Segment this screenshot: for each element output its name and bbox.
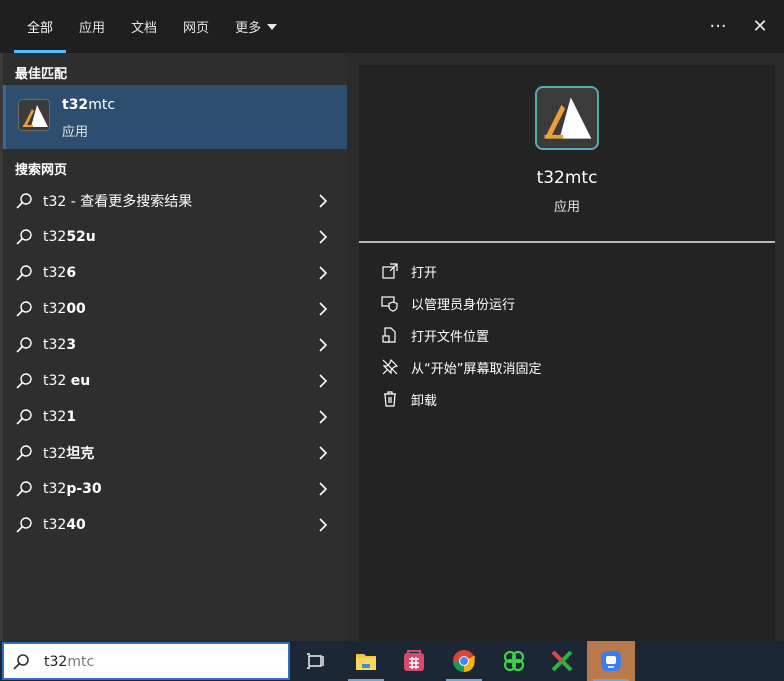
tab-web[interactable]: 网页 (170, 0, 222, 53)
search-icon (16, 193, 32, 209)
search-icon (16, 265, 32, 281)
tab-label: 更多 (235, 21, 262, 36)
action-label: 卸载 (411, 393, 438, 409)
chevron-right-icon (319, 482, 327, 496)
run-as-admin-action[interactable]: 以管理员身份运行 (381, 287, 761, 319)
web-results-list: t32 - 查看更多搜索结果 t3252u t326 t3200 t323 t32 eu t… (3, 183, 347, 543)
shield-icon (381, 296, 398, 312)
web-result-text: t32 eu (43, 373, 91, 389)
tab-more[interactable]: 更多 (222, 0, 290, 53)
action-label: 从“开始”屏幕取消固定 (411, 361, 542, 377)
web-result-text: t321 (43, 409, 77, 425)
chevron-right-icon (319, 266, 327, 280)
trash-icon (384, 391, 396, 407)
web-result-text: t32坦克 (43, 446, 95, 462)
tab-label: 全部 (27, 21, 54, 36)
chevron-right-icon (319, 374, 327, 388)
web-result-text: t3200 (43, 301, 86, 317)
web-result-text: t3240 (43, 517, 86, 533)
taskbar: t32mtc (0, 641, 784, 681)
uninstall-action[interactable]: 卸载 (381, 383, 761, 415)
web-result-row[interactable]: t326 (3, 255, 347, 291)
store-app-icon[interactable] (390, 641, 438, 681)
top-bar: 全部 应用 文档 网页 更多 ··· ✕ (0, 0, 784, 53)
mi-app-icon[interactable] (587, 641, 635, 681)
search-icon (16, 409, 32, 425)
unpin-from-start-action[interactable]: 从“开始”屏幕取消固定 (381, 351, 761, 383)
search-input[interactable]: t32mtc (2, 642, 290, 680)
filter-tabs: 全部 应用 文档 网页 更多 (14, 0, 290, 53)
action-list: 打开 以管理员身份运行 打开文件位置 从“开始”屏幕取消固定 卸载 (381, 255, 761, 415)
green-app-icon[interactable] (490, 641, 538, 681)
chevron-right-icon (319, 338, 327, 352)
chevron-right-icon (319, 230, 327, 244)
detail-app-name: t32mtc (536, 168, 598, 188)
web-result-row[interactable]: t32坦克 (3, 435, 347, 471)
chevron-right-icon (319, 446, 327, 460)
web-result-text: t32p-30 (43, 481, 102, 497)
action-label: 打开 (411, 265, 438, 281)
t32mtc-app-icon (18, 99, 50, 131)
web-result-text: t323 (43, 337, 77, 353)
results-panel: 最佳匹配 t32mtc 应用 搜索网页 t32 - 查看更多搜索结果 t3252u… (0, 53, 347, 641)
more-options-button[interactable]: ··· (704, 13, 732, 41)
search-icon (16, 445, 32, 461)
search-icon (16, 481, 32, 497)
search-icon (16, 337, 32, 353)
tab-all[interactable]: 全部 (14, 0, 67, 53)
close-button[interactable]: ✕ (746, 13, 774, 41)
open-action[interactable]: 打开 (381, 255, 761, 287)
web-result-row[interactable]: t32p-30 (3, 471, 347, 507)
chevron-right-icon (319, 518, 327, 532)
file-location-icon (382, 327, 396, 343)
action-label: 打开文件位置 (411, 329, 490, 345)
search-icon (13, 654, 29, 670)
tab-label: 文档 (131, 21, 158, 36)
action-label: 以管理员身份运行 (411, 297, 516, 313)
web-result-text: t326 (43, 265, 77, 281)
t32mtc-app-icon-large (535, 86, 599, 150)
best-match-heading: 最佳匹配 (15, 67, 68, 82)
search-icon (16, 517, 32, 533)
search-icon (16, 301, 32, 317)
web-result-row[interactable]: t3252u (3, 219, 347, 255)
web-result-text: t32 - 查看更多搜索结果 (43, 194, 193, 210)
web-result-row[interactable]: t32 eu (3, 363, 347, 399)
best-match-type: 应用 (62, 125, 89, 140)
chevron-right-icon (319, 410, 327, 424)
open-file-location-action[interactable]: 打开文件位置 (381, 319, 761, 351)
search-icon (16, 229, 32, 245)
best-match-name: t32mtc (62, 97, 116, 113)
divider (359, 241, 775, 243)
chevron-right-icon (319, 302, 327, 316)
web-search-heading: 搜索网页 (15, 163, 68, 178)
chevron-right-icon (319, 194, 327, 208)
search-text: t32mtc (44, 654, 95, 670)
search-icon (16, 373, 32, 389)
chevron-down-icon (267, 23, 278, 30)
web-result-row[interactable]: t32 - 查看更多搜索结果 (3, 183, 347, 219)
web-result-row[interactable]: t323 (3, 327, 347, 363)
tab-label: 网页 (183, 21, 210, 36)
unpin-icon (382, 358, 399, 375)
web-result-text: t3252u (43, 229, 96, 245)
detail-panel: t32mtc 应用 打开 以管理员身份运行 打开文件位置 从“开始”屏幕取消固定… (359, 65, 775, 641)
tab-label: 应用 (79, 21, 106, 36)
best-match-item[interactable]: t32mtc 应用 (3, 85, 347, 149)
chrome-icon[interactable] (440, 641, 488, 681)
web-result-row[interactable]: t3240 (3, 507, 347, 543)
task-view-icon[interactable] (292, 641, 340, 681)
tab-apps[interactable]: 应用 (66, 0, 118, 53)
file-explorer-icon[interactable] (342, 641, 390, 681)
web-result-row[interactable]: t3200 (3, 291, 347, 327)
xmind-icon[interactable] (538, 641, 586, 681)
web-result-row[interactable]: t321 (3, 399, 347, 435)
detail-app-type: 应用 (553, 200, 580, 215)
open-icon (382, 263, 398, 279)
tab-documents[interactable]: 文档 (118, 0, 170, 53)
